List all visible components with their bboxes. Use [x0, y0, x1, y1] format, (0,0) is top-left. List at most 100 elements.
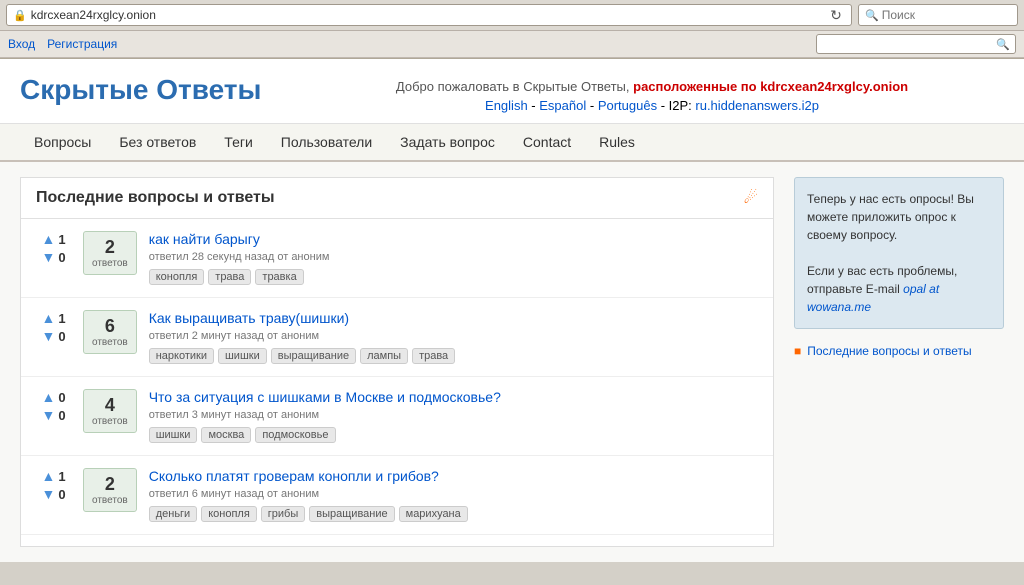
header-right: Добро пожаловать в Скрытые Ответы, распо…	[300, 74, 1004, 113]
tag[interactable]: наркотики	[149, 348, 214, 364]
vote-up-arrow: ▲	[41, 231, 55, 247]
register-link[interactable]: Регистрация	[47, 37, 117, 51]
site-link: расположенные по kdrcxean24rxglcy.onion	[633, 79, 908, 94]
vote-section: ▲ 0 ▼ 0	[36, 389, 71, 423]
vote-up-arrow: ▲	[41, 468, 55, 484]
answers-num: 6	[92, 316, 128, 337]
vote-down-count: 0	[58, 408, 65, 423]
tags: коноплятраватравка	[149, 269, 758, 285]
vote-down-arrow: ▼	[41, 486, 55, 502]
answers-num: 2	[92, 474, 128, 495]
tag[interactable]: москва	[201, 427, 251, 443]
tag[interactable]: деньги	[149, 506, 198, 522]
answers-box: 6 ответов	[83, 310, 137, 354]
lang-portugues[interactable]: Português	[598, 98, 657, 113]
lang-espanol[interactable]: Español	[539, 98, 586, 113]
vote-up-count: 0	[58, 390, 65, 405]
nav-item-rules[interactable]: Rules	[585, 124, 649, 160]
vote-down-count: 0	[58, 487, 65, 502]
answers-label: ответов	[92, 337, 128, 348]
question-title[interactable]: как найти барыгу	[149, 231, 758, 247]
answers-label: ответов	[92, 258, 128, 269]
vote-up-count: 1	[58, 311, 65, 326]
refresh-button[interactable]: ↻	[827, 6, 845, 24]
tag[interactable]: конопля	[149, 269, 205, 285]
promo-text: Теперь у нас есть опросы! Вы можете прил…	[807, 190, 991, 244]
promo-text2: Если у вас есть проблемы, отправьте E-ma…	[807, 262, 991, 316]
vote-up-button[interactable]: ▲ 1	[41, 231, 65, 247]
feed-link[interactable]: Последние вопросы и ответы	[807, 344, 971, 358]
main-content: Последние вопросы и ответы ☄ ▲ 1 ▼ 0 2 о…	[0, 162, 1024, 562]
vote-up-button[interactable]: ▲ 0	[41, 389, 65, 405]
tag[interactable]: трава	[412, 348, 455, 364]
nav-item-contact[interactable]: Contact	[509, 124, 585, 160]
answers-box: 2 ответов	[83, 468, 137, 512]
header-langs: English - Español - Português - I2P: ru.…	[300, 98, 1004, 113]
question-body: Сколько платят гроверам конопли и грибов…	[149, 468, 758, 522]
nav-search-bar[interactable]: 🔍	[816, 34, 1016, 54]
lang-english[interactable]: English	[485, 98, 528, 113]
nav-list: ВопросыБез ответовТегиПользователиЗадать…	[20, 124, 1004, 160]
question-title[interactable]: Что за ситуация с шишками в Москве и под…	[149, 389, 758, 405]
vote-up-count: 1	[58, 232, 65, 247]
nav-item-пользователи[interactable]: Пользователи	[267, 124, 386, 160]
nav-item-теги[interactable]: Теги	[210, 124, 266, 160]
login-link[interactable]: Вход	[8, 37, 35, 51]
tag[interactable]: грибы	[261, 506, 305, 522]
browser-toolbar: 🔒 kdrcxean24rxglcy.onion ↻ 🔍	[0, 0, 1024, 31]
rss-icon: ☄	[744, 188, 758, 208]
browser-search-input[interactable]	[882, 8, 1012, 22]
nav-search-icon[interactable]: 🔍	[996, 38, 1010, 51]
answers-num: 2	[92, 237, 128, 258]
tag[interactable]: шишки	[149, 427, 198, 443]
vote-down-arrow: ▼	[41, 328, 55, 344]
tag[interactable]: лампы	[360, 348, 408, 364]
welcome-text: Добро пожаловать в Скрытые Ответы,	[396, 79, 630, 94]
vote-down-button[interactable]: ▼ 0	[41, 249, 65, 265]
questions-list: ▲ 1 ▼ 0 2 ответов как найти барыгу ответ…	[21, 219, 773, 535]
answers-label: ответов	[92, 416, 128, 427]
sidebar: Теперь у нас есть опросы! Вы можете прил…	[794, 177, 1004, 547]
browser-chrome: 🔒 kdrcxean24rxglcy.onion ↻ 🔍 Вход Регист…	[0, 0, 1024, 59]
tag[interactable]: марихуана	[399, 506, 468, 522]
vote-up-button[interactable]: ▲ 1	[41, 310, 65, 326]
lang-sep3: - I2P:	[661, 98, 696, 113]
vote-down-button[interactable]: ▼ 0	[41, 486, 65, 502]
site-header: Скрытые Ответы Добро пожаловать в Скрыты…	[0, 59, 1024, 124]
tag[interactable]: шишки	[218, 348, 267, 364]
sidebar-promo: Теперь у нас есть опросы! Вы можете прил…	[794, 177, 1004, 329]
nav-item-задать-вопрос[interactable]: Задать вопрос	[386, 124, 509, 160]
browser-search-bar[interactable]: 🔍	[858, 4, 1018, 26]
tag[interactable]: трава	[208, 269, 251, 285]
vote-down-button[interactable]: ▼ 0	[41, 407, 65, 423]
question-title[interactable]: Сколько платят гроверам конопли и грибов…	[149, 468, 758, 484]
vote-down-button[interactable]: ▼ 0	[41, 328, 65, 344]
question-title[interactable]: Как выращивать траву(шишки)	[149, 310, 758, 326]
address-bar[interactable]: 🔒 kdrcxean24rxglcy.onion ↻	[6, 4, 852, 26]
browser-url: kdrcxean24rxglcy.onion	[31, 8, 827, 22]
tag[interactable]: конопля	[201, 506, 257, 522]
browser-nav-bar: Вход Регистрация 🔍	[0, 31, 1024, 58]
tag[interactable]: травка	[255, 269, 303, 285]
tags: шишкимоскваподмосковье	[149, 427, 758, 443]
question-item: ▲ 1 ▼ 0 6 ответов Как выращивать траву(ш…	[21, 298, 773, 377]
lock-icon: 🔒	[13, 9, 27, 22]
vote-down-count: 0	[58, 329, 65, 344]
site-nav: ВопросыБез ответовТегиПользователиЗадать…	[0, 124, 1024, 162]
tags: наркотикишишкивыращиваниелампытрава	[149, 348, 758, 364]
vote-section: ▲ 1 ▼ 0	[36, 310, 71, 344]
nav-search-input[interactable]	[821, 38, 996, 50]
vote-up-button[interactable]: ▲ 1	[41, 468, 65, 484]
vote-section: ▲ 1 ▼ 0	[36, 231, 71, 265]
nav-item-без-ответов[interactable]: Без ответов	[105, 124, 210, 160]
vote-up-arrow: ▲	[41, 389, 55, 405]
nav-item-вопросы[interactable]: Вопросы	[20, 124, 105, 160]
tag[interactable]: выращивание	[309, 506, 394, 522]
vote-up-count: 1	[58, 469, 65, 484]
tag[interactable]: выращивание	[271, 348, 356, 364]
tag[interactable]: подмосковье	[255, 427, 335, 443]
questions-section: Последние вопросы и ответы ☄ ▲ 1 ▼ 0 2 о…	[20, 177, 774, 547]
lang-i2p[interactable]: ru.hiddenanswers.i2p	[695, 98, 819, 113]
answers-num: 4	[92, 395, 128, 416]
page: Скрытые Ответы Добро пожаловать в Скрыты…	[0, 59, 1024, 562]
